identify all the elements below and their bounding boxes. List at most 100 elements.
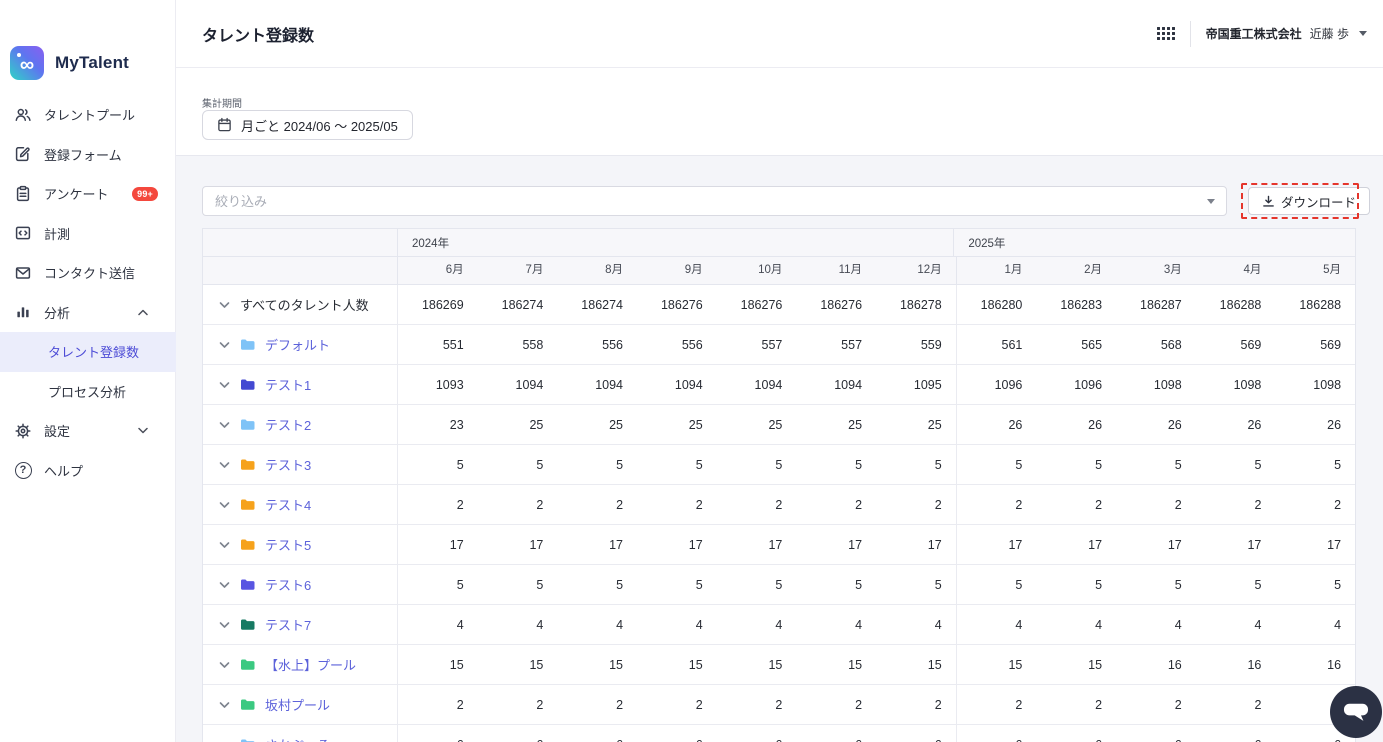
row-expand-chevron-icon[interactable] bbox=[219, 341, 230, 349]
value-cell: 186287 bbox=[1140, 298, 1182, 312]
value-cell: 186269 bbox=[421, 298, 464, 312]
download-icon bbox=[1262, 195, 1275, 208]
value-cell: 186276 bbox=[660, 298, 703, 312]
download-label: ダウンロード bbox=[1281, 195, 1357, 210]
row-label-link[interactable]: さかぷーる bbox=[265, 735, 330, 742]
row-label-link[interactable]: 【水上】プール bbox=[265, 655, 356, 674]
value-cell: 1098 bbox=[1153, 378, 1182, 392]
value-cell: 5 bbox=[1095, 578, 1103, 592]
help-icon: ? bbox=[14, 461, 32, 479]
row-expand-chevron-icon[interactable] bbox=[219, 421, 230, 429]
value-cell: 4 bbox=[855, 618, 863, 632]
sidebar-item-analysis[interactable]: 分析 bbox=[0, 293, 176, 333]
sidebar-item-talent-pool[interactable]: タレントプール bbox=[0, 95, 176, 135]
folder-icon bbox=[240, 458, 255, 471]
row-label-link[interactable]: テスト3 bbox=[265, 455, 311, 474]
value-cell: 4 bbox=[1174, 618, 1182, 632]
table-row: テスト1 1093 1094 1094 1094 1094 1094 1095 1096 1096… bbox=[203, 365, 1355, 405]
apps-grid-icon[interactable] bbox=[1156, 27, 1175, 40]
sidebar-item-process-analysis[interactable]: プロセス分析 bbox=[0, 372, 176, 412]
download-button[interactable]: ダウンロード bbox=[1248, 187, 1371, 215]
table-row: テスト4 2 2 2 2 2 2 2 2 2 2 2 2 bbox=[203, 485, 1355, 525]
row-label-link[interactable]: 坂村プール bbox=[265, 695, 330, 714]
sidebar-item-help[interactable]: ? ヘルプ bbox=[0, 451, 176, 491]
row-expand-chevron-icon[interactable] bbox=[219, 621, 230, 629]
value-cell: 4 bbox=[1254, 618, 1262, 632]
row-expand-chevron-icon[interactable] bbox=[219, 461, 230, 469]
row-expand-chevron-icon[interactable] bbox=[219, 381, 230, 389]
value-cell: 186288 bbox=[1219, 298, 1262, 312]
month-header: 7月 bbox=[525, 264, 544, 276]
value-cell: 557 bbox=[761, 338, 783, 352]
filter-combobox bbox=[202, 186, 1227, 216]
chat-launcher-button[interactable] bbox=[1330, 686, 1382, 738]
value-cell: 1094 bbox=[595, 378, 624, 392]
table-row: テスト6 5 5 5 5 5 5 5 5 5 5 5 5 bbox=[203, 565, 1355, 605]
value-cell: 26 bbox=[1167, 418, 1182, 432]
account-menu[interactable]: 帝国重工株式会社 近藤 歩 bbox=[1206, 25, 1367, 42]
sidebar-item-contact-send[interactable]: コンタクト送信 bbox=[0, 253, 176, 293]
value-cell: 5 bbox=[775, 458, 783, 472]
sidebar-item-label: 設定 bbox=[44, 424, 71, 440]
row-expand-chevron-icon[interactable] bbox=[219, 701, 230, 709]
folder-icon bbox=[240, 498, 255, 511]
value-cell: 2 bbox=[955, 685, 1037, 724]
value-cell: 186278 bbox=[899, 298, 942, 312]
value-cell: 5 bbox=[955, 445, 1037, 484]
row-expand-chevron-icon[interactable] bbox=[219, 301, 230, 309]
sidebar-item-registration-form[interactable]: 登録フォーム bbox=[0, 135, 176, 175]
value-cell: 4 bbox=[695, 618, 703, 632]
row-label-cell: テスト3 bbox=[203, 445, 398, 484]
row-label-link[interactable]: テスト6 bbox=[265, 575, 311, 594]
row-label-link[interactable]: テスト5 bbox=[265, 535, 311, 554]
sidebar-item-measurement[interactable]: 計測 bbox=[0, 214, 176, 254]
folder-icon bbox=[240, 698, 255, 711]
filter-caret-icon[interactable] bbox=[1207, 199, 1215, 204]
row-expand-chevron-icon[interactable] bbox=[219, 501, 230, 509]
month-header: 11月 bbox=[838, 264, 863, 276]
value-cell: 186276 bbox=[740, 298, 783, 312]
sidebar-item-survey[interactable]: アンケート 99+ bbox=[0, 174, 176, 214]
value-cell: 15 bbox=[768, 658, 783, 672]
brand-name: MyTalent bbox=[55, 53, 130, 72]
sidebar-item-label: タレントプール bbox=[44, 108, 136, 124]
chat-bubble-icon bbox=[1342, 700, 1370, 725]
sidebar-item-settings[interactable]: 設定 bbox=[0, 411, 176, 451]
chart-icon bbox=[14, 303, 32, 321]
value-cell: 2 bbox=[695, 698, 703, 712]
value-cell: 17 bbox=[1327, 538, 1342, 552]
value-cell: 1098 bbox=[1313, 378, 1342, 392]
value-cell: 558 bbox=[522, 338, 544, 352]
sidebar-item-talent-registrations[interactable]: タレント登録数 bbox=[0, 332, 176, 372]
value-cell: 2 bbox=[1095, 498, 1103, 512]
value-cell: 5 bbox=[1174, 458, 1182, 472]
period-range-button[interactable]: 月ごと 2024/06 ～ 2025/05 bbox=[202, 110, 413, 140]
value-cell: 6 bbox=[1036, 725, 1116, 742]
month-header: 1月 bbox=[955, 257, 1037, 284]
row-expand-chevron-icon[interactable] bbox=[219, 581, 230, 589]
value-cell: 559 bbox=[920, 338, 942, 352]
table-year-header-row: 2024年 2025年 bbox=[203, 229, 1355, 257]
sidebar-item-label: 登録フォーム bbox=[44, 147, 122, 163]
value-cell: 17 bbox=[688, 538, 703, 552]
value-cell: 25 bbox=[529, 418, 544, 432]
row-label-link[interactable]: テスト1 bbox=[265, 375, 311, 394]
row-label-link[interactable]: テスト4 bbox=[265, 495, 311, 514]
value-cell: 25 bbox=[927, 418, 942, 432]
table-row: 坂村プール222222222222 bbox=[203, 685, 1355, 725]
value-cell: 5 bbox=[775, 578, 783, 592]
row-label-link[interactable]: デフォルト bbox=[265, 335, 330, 354]
row-label-link[interactable]: テスト2 bbox=[265, 415, 311, 434]
value-cell: 1094 bbox=[515, 378, 544, 392]
filter-input[interactable] bbox=[203, 187, 1226, 215]
mytalent-logo-icon: ∞ bbox=[10, 46, 44, 80]
row-label-link[interactable]: テスト7 bbox=[265, 615, 311, 634]
brand: ∞ MyTalent bbox=[10, 46, 129, 80]
row-expand-chevron-icon[interactable] bbox=[219, 661, 230, 669]
value-cell: 186276 bbox=[820, 298, 863, 312]
value-cell: 4 bbox=[775, 618, 783, 632]
month-header: 2月 bbox=[1084, 264, 1103, 276]
row-expand-chevron-icon[interactable] bbox=[219, 541, 230, 549]
year-header-2025: 2025年 bbox=[953, 229, 1355, 256]
value-cell: 5 bbox=[1095, 458, 1103, 472]
